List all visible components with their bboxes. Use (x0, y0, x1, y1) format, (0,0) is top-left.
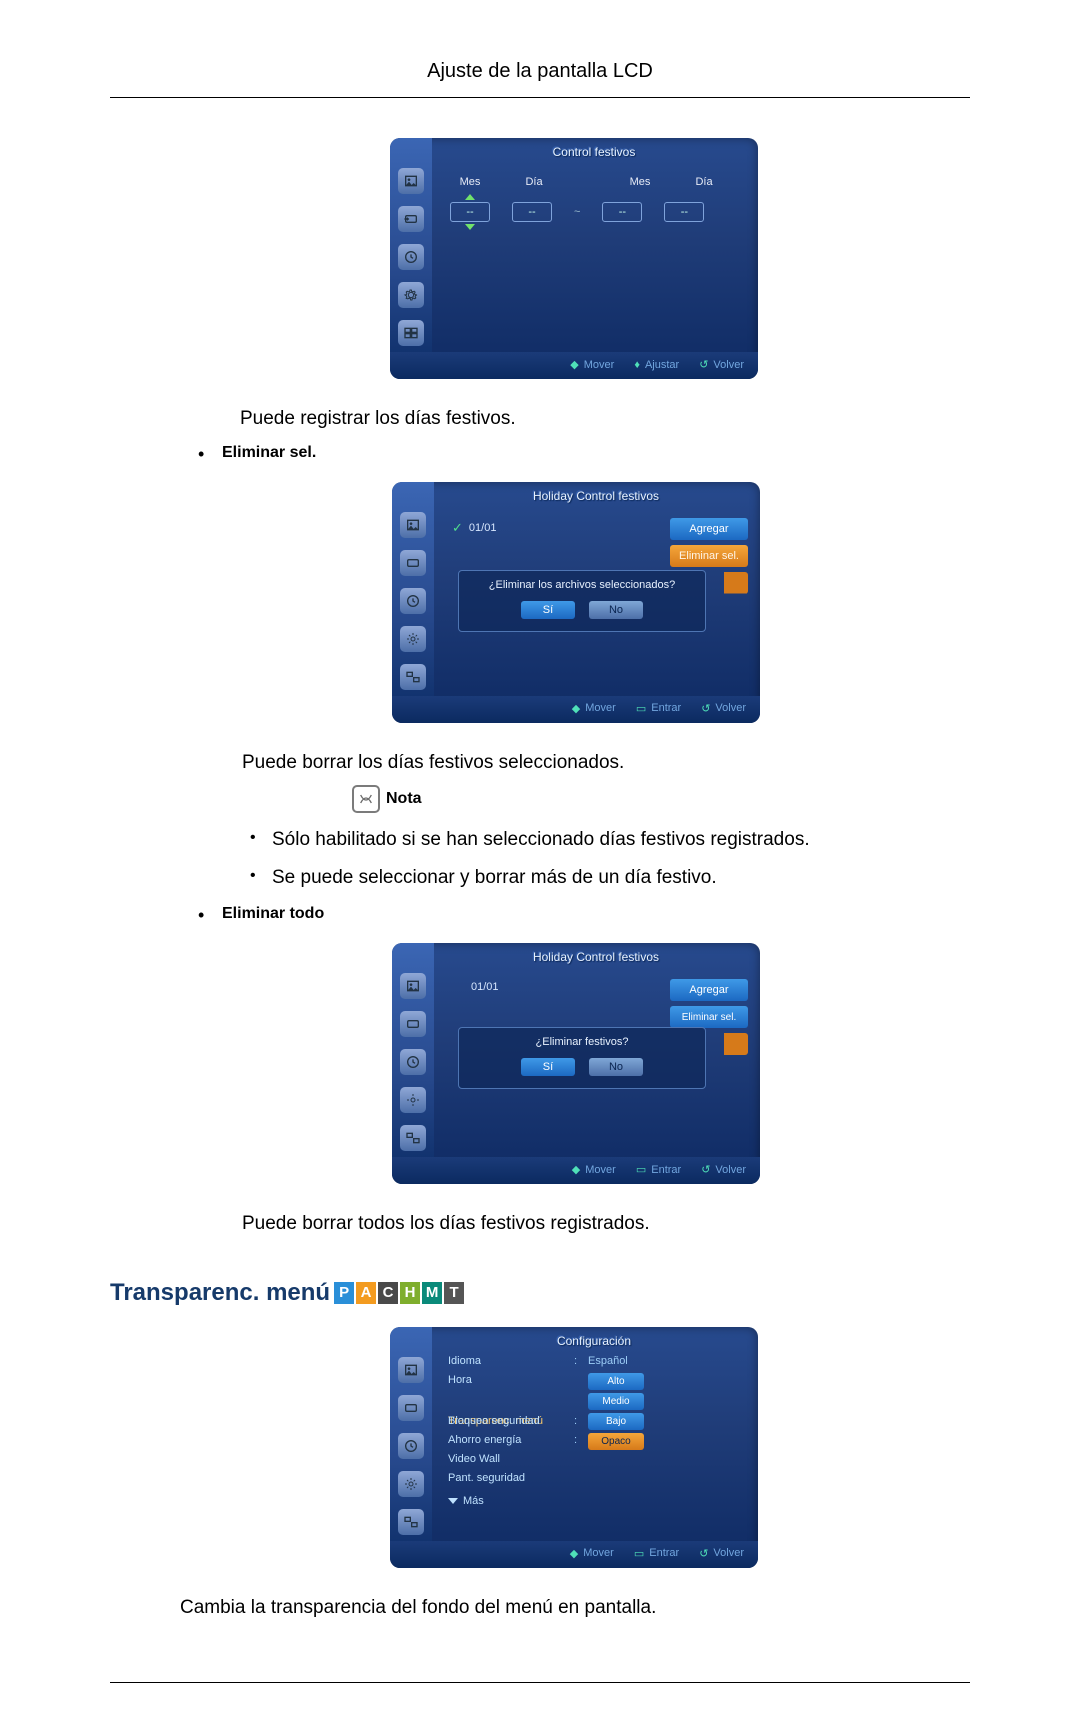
cfg-more[interactable]: Más (448, 1495, 746, 1507)
picture-icon (398, 1357, 424, 1383)
osd-footer: ◆Mover ▭Entrar ↺Volver (392, 696, 760, 723)
dialog-yes[interactable]: Sí (521, 1058, 575, 1076)
clock-icon (400, 588, 426, 614)
cfg-video-wall[interactable]: Video Wall (448, 1453, 746, 1465)
text-delete-selected: Puede borrar los días festivos seleccion… (242, 749, 942, 778)
return-icon: ↺ (699, 358, 708, 371)
move-icon: ◆ (570, 1547, 578, 1560)
item-eliminar-sel: Eliminar sel. (222, 444, 316, 461)
enter-icon: ▭ (636, 1163, 646, 1176)
btn-eliminar-sel[interactable]: Eliminar sel. (670, 1006, 748, 1028)
col-mes: Mes (450, 176, 490, 188)
badge-a: A (356, 1282, 376, 1304)
badge-c: C (378, 1282, 398, 1304)
gear-icon (398, 1471, 424, 1497)
col-mes-2: Mes (620, 176, 660, 188)
cfg-pant-seguridad[interactable]: Pant. seguridad (448, 1472, 746, 1484)
multi-icon (398, 320, 424, 346)
osd-control-festivos-add: Control festivos Mes Día (390, 138, 758, 379)
return-icon: ↺ (701, 1163, 710, 1176)
col-dia: Día (514, 176, 554, 188)
osd-footer: ◆Mover ▭Entrar ↺Volver (392, 1157, 760, 1184)
picture-icon (400, 973, 426, 999)
chevron-down-icon (448, 1498, 458, 1504)
text-transparency-desc: Cambia la transparencia del fondo del me… (180, 1594, 880, 1623)
dialog-no[interactable]: No (589, 601, 643, 619)
badge-h: H (400, 1282, 420, 1304)
col-dia-2: Día (684, 176, 724, 188)
opt-alto[interactable]: Alto (588, 1373, 644, 1390)
field-dia-to[interactable]: -- (664, 202, 704, 222)
checkmark-icon: ✓ (452, 520, 463, 536)
input-icon (398, 1395, 424, 1421)
osd-side-icons (392, 482, 434, 696)
picture-icon (398, 168, 424, 194)
confirm-dialog: ¿Eliminar los archivos seleccionados? Sí… (458, 570, 706, 632)
btn-agregar[interactable]: Agregar (670, 979, 748, 1001)
multi-icon (400, 664, 426, 690)
return-icon: ↺ (699, 1547, 708, 1560)
btn-agregar[interactable]: Agregar (670, 518, 748, 540)
clock-icon (400, 1049, 426, 1075)
btn-eliminar-sel[interactable]: Eliminar sel. (670, 545, 748, 567)
gear-icon (400, 1087, 426, 1113)
picture-icon (400, 512, 426, 538)
divider (110, 1682, 970, 1683)
osd-footer: ◆Mover ♦Ajustar ↺Volver (390, 352, 758, 379)
section-transparenc-menu: Transparenc. menú (110, 1279, 330, 1307)
cfg-idioma[interactable]: Idioma:Español (448, 1355, 746, 1367)
field-dia-from[interactable]: -- (512, 202, 552, 222)
gear-icon (400, 626, 426, 652)
osd-eliminar-sel: Holiday Control festivos (392, 482, 760, 723)
note-label: Nota (386, 790, 422, 808)
move-icon: ◆ (572, 702, 580, 715)
note-item-1: Sólo habilitado si se han seleccionado d… (242, 829, 970, 851)
page-header: Ajuste de la pantalla LCD (110, 60, 970, 97)
dialog-text: ¿Eliminar los archivos seleccionados? (467, 579, 697, 591)
divider (110, 97, 970, 98)
confirm-dialog: ¿Eliminar festivos? Sí No (458, 1027, 706, 1089)
item-eliminar-todo: Eliminar todo (222, 905, 324, 922)
osd-configuracion: Configuración Idioma:Español (390, 1327, 758, 1568)
osd-side-icons (390, 1327, 432, 1541)
dialog-text: ¿Eliminar festivos? (467, 1036, 697, 1048)
cfg-ahorro[interactable]: Ahorro energía: (448, 1434, 746, 1446)
text-delete-all: Puede borrar todos los días festivos reg… (242, 1210, 942, 1239)
note-item-2: Se puede seleccionar y borrar más de un … (242, 867, 970, 889)
text-register-holidays: Puede registrar los días festivos. (240, 405, 940, 434)
input-badges: P A C H M T (334, 1282, 464, 1304)
badge-m: M (422, 1282, 442, 1304)
multi-icon (398, 1509, 424, 1535)
enter-icon: ▭ (636, 702, 646, 715)
osd-footer: ◆Mover ▭Entrar ↺Volver (390, 1541, 758, 1568)
spinner-mes-from[interactable]: -- (450, 194, 490, 230)
field-mes-to[interactable]: -- (602, 202, 642, 222)
input-icon (398, 206, 424, 232)
input-icon (400, 1011, 426, 1037)
multi-icon (400, 1125, 426, 1151)
opt-medio[interactable]: Medio (588, 1393, 644, 1410)
badge-p: P (334, 1282, 354, 1304)
cfg-bloqueo[interactable]: Bloqueo seguridad (448, 1415, 746, 1427)
clock-icon (398, 244, 424, 270)
input-icon (400, 550, 426, 576)
move-icon: ◆ (570, 358, 578, 371)
adjust-icon: ♦ (634, 359, 640, 371)
move-icon: ◆ (572, 1163, 580, 1176)
return-icon: ↺ (701, 702, 710, 715)
note-icon (352, 785, 380, 813)
badge-t: T (444, 1282, 464, 1304)
clock-icon (398, 1433, 424, 1459)
osd-side-icons (392, 943, 434, 1157)
osd-eliminar-todo: Holiday Control festivos (392, 943, 760, 1184)
gear-icon (398, 282, 424, 308)
osd-side-icons (390, 138, 432, 352)
dialog-yes[interactable]: Sí (521, 601, 575, 619)
dialog-no[interactable]: No (589, 1058, 643, 1076)
range-tilde: ~ (574, 206, 580, 218)
enter-icon: ▭ (634, 1547, 644, 1560)
